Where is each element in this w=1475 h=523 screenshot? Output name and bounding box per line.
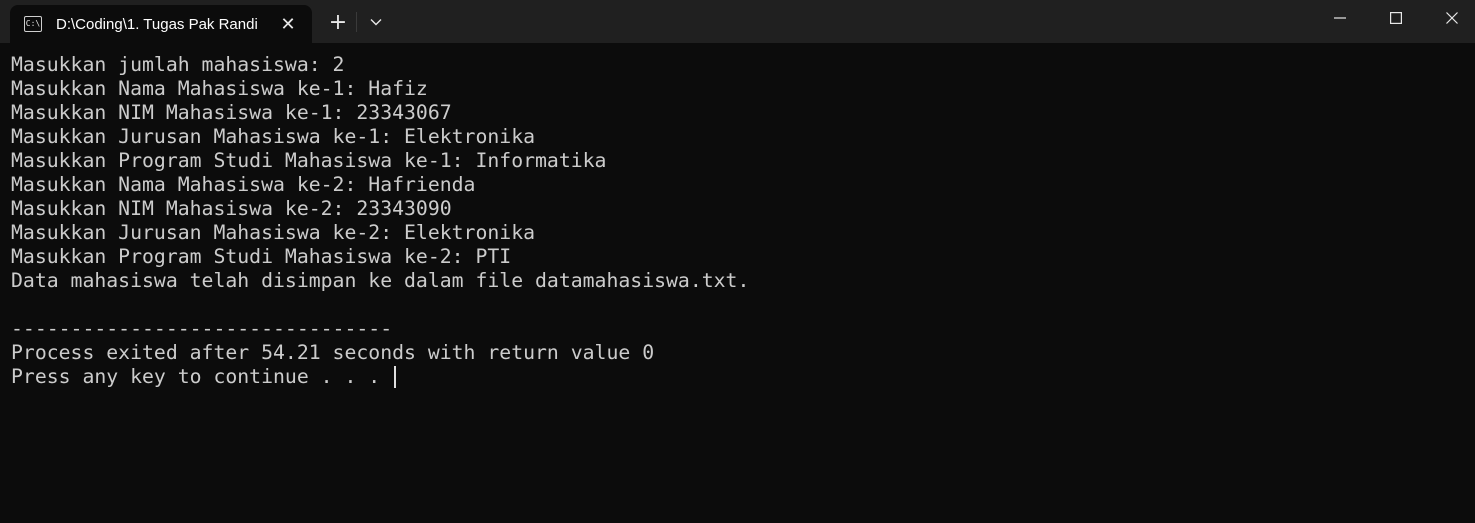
terminal-line: Masukkan Program Studi Mahasiswa ke-2: P… — [11, 245, 512, 268]
terminal-line: Data mahasiswa telah disimpan ke dalam f… — [11, 269, 750, 292]
maximize-icon — [1390, 12, 1402, 24]
minimize-button[interactable] — [1312, 0, 1368, 36]
minimize-icon — [1334, 17, 1346, 19]
tab-divider — [356, 12, 357, 32]
terminal-line: Masukkan Jurusan Mahasiswa ke-2: Elektro… — [11, 221, 536, 244]
terminal-line: Masukkan jumlah mahasiswa: 2 — [11, 53, 345, 76]
prompt-text: Press any key to continue . . . — [11, 365, 393, 388]
chevron-down-icon — [370, 19, 382, 26]
prompt-line: Press any key to continue . . . — [11, 365, 1475, 389]
terminal-line: Masukkan Nama Mahasiswa ke-1: Hafiz — [11, 77, 428, 100]
maximize-button[interactable] — [1368, 0, 1424, 36]
close-icon[interactable]: ✕ — [278, 14, 298, 35]
tab-title: D:\Coding\1. Tugas Pak Randi — [56, 15, 258, 33]
tab-dropdown-button[interactable] — [360, 8, 392, 36]
separator-line: -------------------------------- — [11, 317, 393, 340]
close-icon — [1446, 12, 1458, 24]
terminal-line: Masukkan Program Studi Mahasiswa ke-1: I… — [11, 149, 607, 172]
terminal-line: Masukkan NIM Mahasiswa ke-1: 23343067 — [11, 101, 452, 124]
process-exit-line: Process exited after 54.21 seconds with … — [11, 341, 655, 364]
close-window-button[interactable] — [1424, 0, 1475, 36]
plus-icon: + — [328, 9, 348, 35]
terminal-app-icon: C:\ — [24, 16, 42, 32]
text-cursor — [394, 366, 397, 388]
terminal-line: Masukkan NIM Mahasiswa ke-2: 23343090 — [11, 197, 452, 220]
terminal-line: Masukkan Jurusan Mahasiswa ke-1: Elektro… — [11, 125, 536, 148]
terminal-tab[interactable]: C:\ D:\Coding\1. Tugas Pak Randi ✕ — [10, 5, 312, 43]
title-bar: C:\ D:\Coding\1. Tugas Pak Randi ✕ + — [0, 0, 1475, 43]
new-tab-button[interactable]: + — [322, 8, 354, 36]
terminal-line: Masukkan Nama Mahasiswa ke-2: Hafrienda — [11, 173, 476, 196]
terminal-output[interactable]: Masukkan jumlah mahasiswa: 2 Masukkan Na… — [0, 43, 1475, 523]
